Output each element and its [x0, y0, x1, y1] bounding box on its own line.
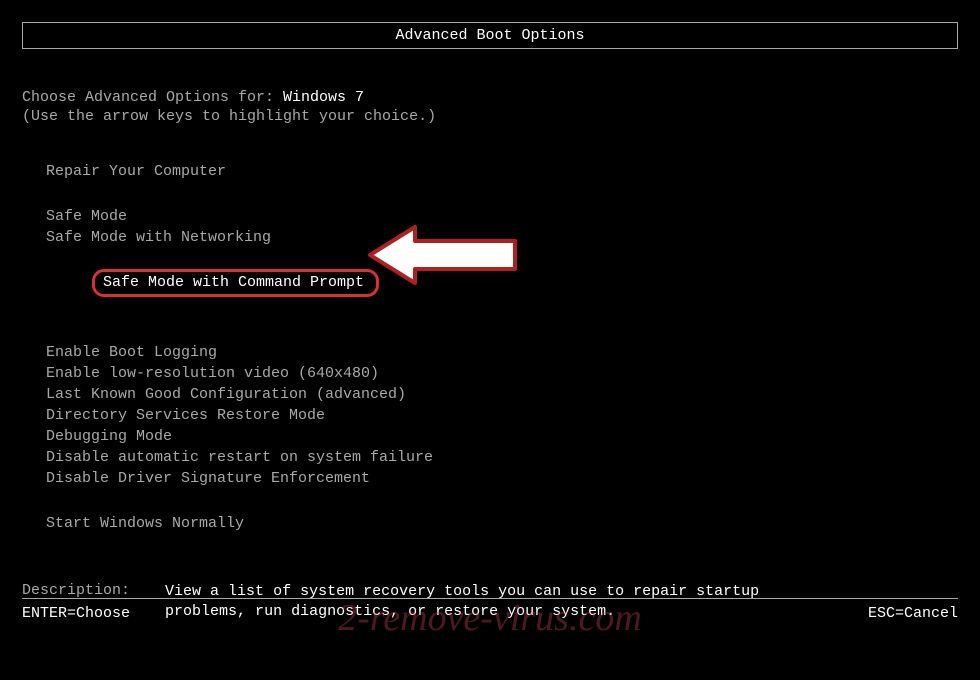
menu-group-safemode: Safe Mode Safe Mode with Networking Safe… — [46, 206, 958, 318]
footer-bar: ENTER=Choose ESC=Cancel — [22, 598, 958, 622]
highlighted-selection: Safe Mode with Command Prompt — [92, 269, 379, 297]
menu-item-safe-mode-networking[interactable]: Safe Mode with Networking — [46, 227, 958, 248]
menu-item-directory-restore[interactable]: Directory Services Restore Mode — [46, 405, 958, 426]
menu-item-last-known-good[interactable]: Last Known Good Configuration (advanced) — [46, 384, 958, 405]
menu-item-disable-auto-restart[interactable]: Disable automatic restart on system fail… — [46, 447, 958, 468]
menu-group-advanced: Enable Boot Logging Enable low-resolutio… — [46, 342, 958, 489]
menu-group-repair: Repair Your Computer — [46, 161, 958, 182]
footer-enter: ENTER=Choose — [22, 605, 130, 622]
description-label: Description: — [22, 582, 130, 599]
arrow-key-instruction: (Use the arrow keys to highlight your ch… — [22, 108, 958, 125]
choose-prefix: Choose Advanced Options for: — [22, 89, 283, 106]
menu-item-debugging-mode[interactable]: Debugging Mode — [46, 426, 958, 447]
os-name: Windows 7 — [283, 89, 364, 106]
menu-item-disable-driver-sig[interactable]: Disable Driver Signature Enforcement — [46, 468, 958, 489]
title-bar: Advanced Boot Options — [22, 22, 958, 49]
page-title: Advanced Boot Options — [395, 27, 584, 44]
menu-item-safe-mode-command-prompt[interactable]: Safe Mode with Command Prompt — [46, 248, 958, 318]
choose-line: Choose Advanced Options for: Windows 7 — [22, 89, 958, 106]
menu-item-boot-logging[interactable]: Enable Boot Logging — [46, 342, 958, 363]
footer-esc: ESC=Cancel — [868, 605, 958, 622]
menu-item-safe-mode[interactable]: Safe Mode — [46, 206, 958, 227]
menu-group-normal: Start Windows Normally — [46, 513, 958, 534]
menu-item-repair-computer[interactable]: Repair Your Computer — [46, 161, 958, 182]
menu-item-low-res-video[interactable]: Enable low-resolution video (640x480) — [46, 363, 958, 384]
menu-item-start-normally[interactable]: Start Windows Normally — [46, 513, 958, 534]
